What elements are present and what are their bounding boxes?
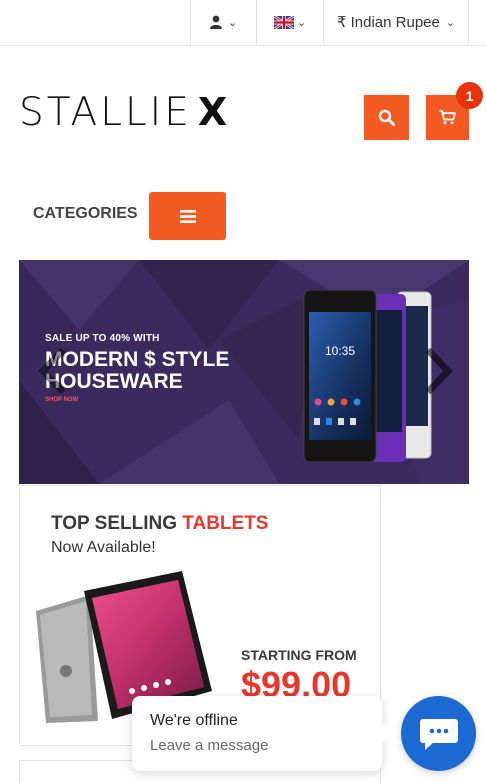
currency-dropdown[interactable]: ₹ Indian Rupee ⌄ [324,0,468,44]
uk-flag-icon [273,15,294,29]
starting-from-label: STARTING FROM [241,647,357,663]
prev-slide-button[interactable] [35,347,71,395]
hero-title-line: HOUSEWARE [45,370,183,393]
categories-label: CATEGORIES [33,205,138,222]
site-logo[interactable]: STALLIE X [19,89,228,135]
next-slide-button[interactable] [420,347,456,395]
chat-status: We're offline [150,712,238,729]
user-icon [209,15,222,29]
chevron-down-icon: ⌄ [296,16,307,29]
chevron-right-icon [425,347,453,395]
hamburger-icon [179,209,196,223]
search-icon [378,109,395,126]
promo-title-prefix: TOP SELLING [51,513,177,534]
chat-icon [419,718,458,750]
hero-subtitle: SALE UP TO 40% WITH [45,333,160,344]
currency-label: ₹ Indian Rupee [336,14,440,31]
logo-x-mark: X [197,90,228,134]
chat-prompt: Leave a message [150,737,269,754]
account-dropdown[interactable]: ⌄ [191,0,256,44]
divider [468,0,469,44]
chat-launcher-button[interactable] [401,696,476,771]
hero-title: MODERN $ STYLE HOUSEWARE [45,349,229,393]
shop-now-link[interactable]: SHOP NOW [45,397,78,403]
chevron-down-icon: ⌄ [445,16,456,29]
categories-menu-button[interactable] [149,192,226,240]
phone-clock: 10:35 [325,344,355,358]
hero-banner[interactable]: 10:35 SALE UP TO 40% WITH MODERN $ STYLE… [19,260,469,484]
chat-offline-popup[interactable]: We're offline Leave a message [132,696,382,771]
chevron-left-icon [38,347,66,395]
page: ⌄ ⌄ ₹ Indian Rupee ⌄ STALLIE X 1 CATEGOR… [0,0,486,783]
cart-count-badge: 1 [456,82,483,109]
chevron-down-icon: ⌄ [227,16,238,29]
hero-title-line: MODERN $ STYLE [45,348,230,371]
cart-icon [439,110,456,125]
language-dropdown[interactable]: ⌄ [257,0,323,44]
promo-title: TOP SELLING TABLETS [51,513,268,535]
search-button[interactable] [364,95,409,140]
top-bar: ⌄ ⌄ ₹ Indian Rupee ⌄ [0,0,486,46]
promo-title-accent: TABLETS [182,513,269,534]
promo-subtitle: Now Available! [51,539,156,556]
logo-wordmark: STALLIE [19,89,192,135]
